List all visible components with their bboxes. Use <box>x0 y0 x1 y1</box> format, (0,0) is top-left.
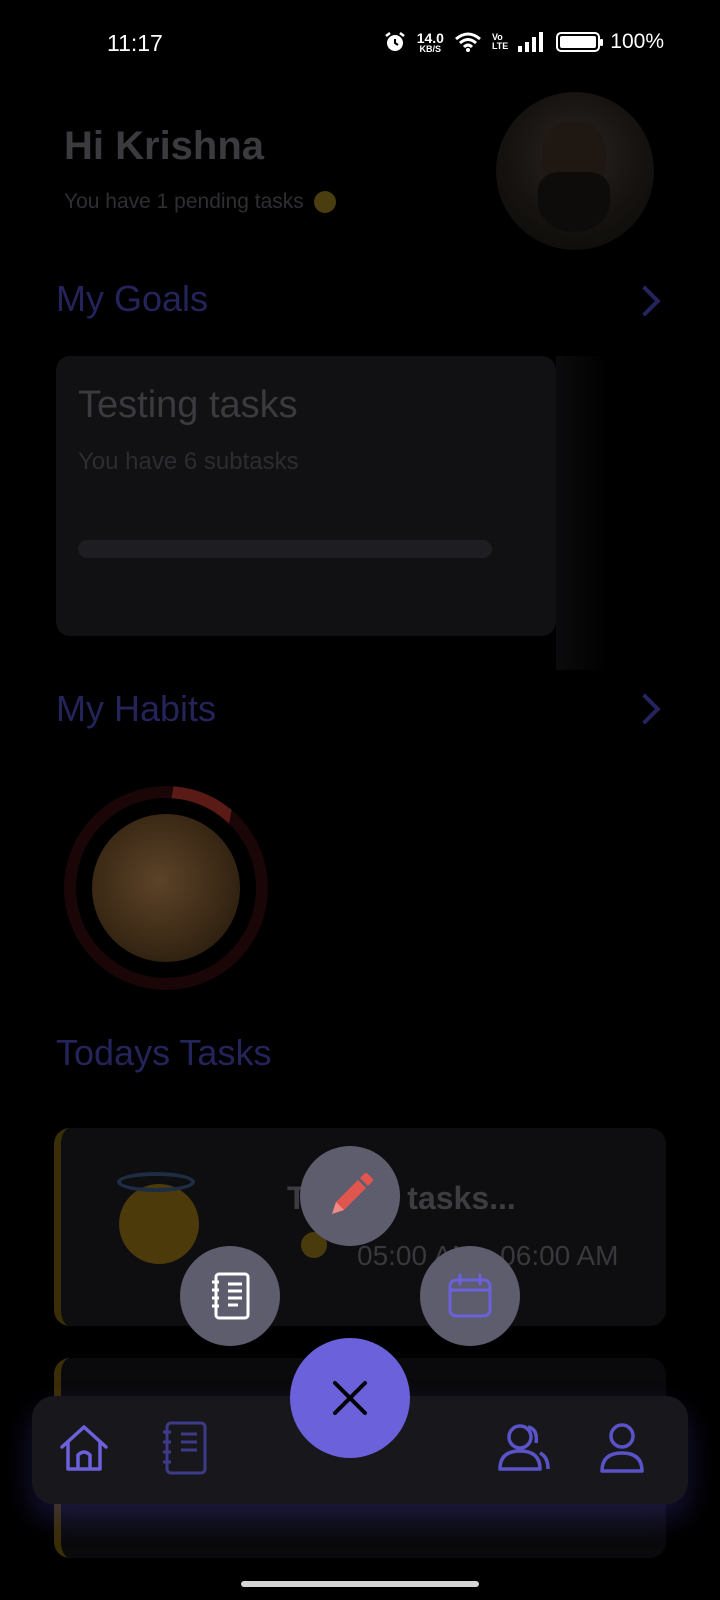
network-speed-unit: KB/S <box>419 43 442 54</box>
home-indicator[interactable] <box>241 1581 479 1587</box>
people-icon <box>498 1424 550 1471</box>
home-icon <box>60 1425 108 1471</box>
calendar-icon <box>448 1273 492 1318</box>
habits-chevron-right-icon[interactable] <box>629 693 661 725</box>
pending-tasks-text: You have 1 pending tasks <box>64 190 336 214</box>
battery-icon <box>556 32 604 52</box>
profile-icon <box>600 1423 644 1473</box>
nav-home[interactable] <box>54 1418 114 1478</box>
alarm-icon <box>384 32 405 51</box>
pending-tasks-label: You have 1 pending tasks <box>64 190 304 213</box>
volte-indicator: Vo LTE <box>492 33 508 51</box>
status-icons: 14.0 KB/S Vo LTE 100% <box>383 30 664 54</box>
status-time: 11:17 <box>107 30 163 56</box>
worried-emoji-icon <box>313 191 336 214</box>
notebook-icon <box>212 1272 250 1320</box>
wifi-icon <box>454 32 481 52</box>
goal-card-stack-shadow <box>556 356 608 670</box>
goal-card[interactable]: Testing tasks You have 6 subtasks <box>56 356 556 636</box>
halo-ring-icon <box>117 1172 195 1192</box>
goals-section-title: My Goals <box>56 278 209 319</box>
habit-image <box>92 814 240 962</box>
close-icon <box>333 1381 367 1415</box>
volte-bottom: LTE <box>491 41 509 51</box>
battery-percent: 100% <box>610 30 664 53</box>
goal-progress-bar <box>78 540 492 558</box>
goal-card-title: Testing tasks <box>78 384 298 426</box>
tasks-section-title: Todays Tasks <box>56 1032 272 1073</box>
goals-chevron-right-icon[interactable] <box>629 285 661 317</box>
fab-edit-button[interactable] <box>300 1146 400 1246</box>
pencil-icon <box>332 1173 373 1214</box>
nav-journal[interactable] <box>154 1418 214 1478</box>
avatar-beard <box>538 172 610 232</box>
halo-emoji-icon <box>119 1184 199 1264</box>
fab-journal-button[interactable] <box>180 1246 280 1346</box>
habits-section-title: My Habits <box>56 688 217 729</box>
goal-card-subtitle: You have 6 subtasks <box>78 448 299 475</box>
greeting-title: Hi Krishna <box>64 124 265 168</box>
nav-community[interactable] <box>494 1418 554 1478</box>
fab-close-button[interactable] <box>290 1338 410 1458</box>
fab-calendar-button[interactable] <box>420 1246 520 1346</box>
nav-profile[interactable] <box>592 1418 652 1478</box>
notebook-icon <box>163 1421 207 1475</box>
network-speed: 14.0 KB/S <box>417 31 444 54</box>
status-bar: 11:17 14.0 KB/S Vo LTE 100% <box>0 0 720 92</box>
signal-icon <box>518 32 544 52</box>
network-speed-value: 14.0 <box>416 29 444 46</box>
avatar[interactable] <box>496 92 654 250</box>
